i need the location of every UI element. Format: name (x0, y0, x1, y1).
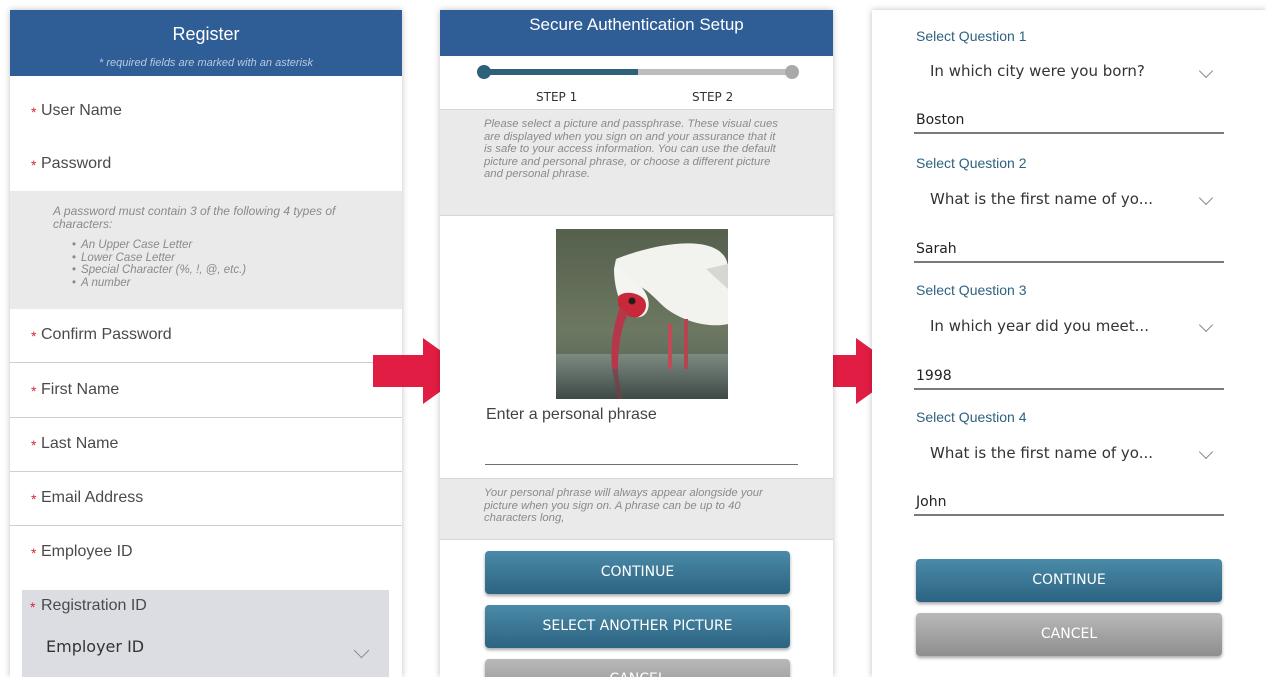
step2-label: STEP 2 (692, 90, 734, 104)
required-asterisk: * (31, 383, 37, 399)
cancel-button[interactable]: CANCEL (916, 613, 1222, 656)
password-rules: A password must contain 3 of the followi… (10, 191, 402, 311)
list-item: Special Character (%, !, @, etc.) (72, 264, 246, 277)
answer1-underline (914, 132, 1224, 134)
answer3-field[interactable]: 1998 (916, 368, 952, 384)
chevron-down-icon[interactable] (1198, 317, 1214, 333)
phrase-instructions: Your personal phrase will always appear … (440, 478, 833, 540)
registration-id-label: Registration ID (41, 597, 147, 614)
user-name-label: User Name (41, 102, 122, 119)
required-fields-note: * required fields are marked with an ast… (99, 57, 313, 69)
last-name-field[interactable]: * Last Name (10, 418, 402, 472)
phrase-instructions-text: Your personal phrase will always appear … (484, 487, 763, 525)
required-asterisk: * (31, 104, 37, 120)
question3-value: In which year did you meet... (930, 317, 1149, 335)
question2-value: What is the first name of yo... (930, 190, 1154, 208)
required-asterisk: * (30, 599, 36, 615)
phrase-input[interactable] (485, 464, 798, 465)
register-panel: Register * required fields are marked wi… (10, 10, 402, 677)
password-field[interactable]: * Password (10, 138, 402, 192)
answer4-field[interactable]: John (916, 494, 946, 510)
progress-bar (483, 69, 792, 75)
chevron-down-icon[interactable] (1198, 63, 1214, 79)
progress-fill (483, 69, 638, 75)
picture-instructions: Please select a picture and passphrase. … (440, 109, 833, 216)
continue-button[interactable]: CONTINUE (916, 559, 1222, 602)
confirm-password-field[interactable]: * Confirm Password (10, 309, 402, 363)
security-questions-panel: Select Question 1 In which city were you… (872, 10, 1266, 677)
cancel-button[interactable]: CANCEL (485, 659, 790, 677)
user-name-field[interactable]: * User Name (10, 85, 402, 139)
required-asterisk: * (31, 328, 37, 344)
required-asterisk: * (31, 157, 37, 173)
phrase-label: Enter a personal phrase (486, 406, 657, 423)
chevron-down-icon[interactable] (1198, 444, 1214, 460)
question4-value: What is the first name of yo... (930, 444, 1154, 462)
answer2-underline (914, 261, 1224, 263)
chevron-down-icon[interactable] (1198, 190, 1214, 206)
answer3-underline (914, 388, 1224, 390)
email-label: Email Address (41, 489, 144, 506)
list-item: Lower Case Letter (72, 252, 246, 265)
list-item: An Upper Case Letter (72, 239, 246, 252)
first-name-label: First Name (41, 381, 120, 398)
step2-dot (785, 65, 799, 79)
question3-label: Select Question 3 (916, 282, 1027, 298)
last-name-label: Last Name (41, 435, 119, 452)
email-field[interactable]: * Email Address (10, 472, 402, 526)
employee-id-field[interactable]: * Employee ID (10, 526, 402, 580)
picture-instructions-text: Please select a picture and passphrase. … (484, 118, 778, 181)
required-asterisk: * (31, 545, 37, 561)
registration-id-value: Employer ID (46, 637, 145, 656)
auth-setup-title: Secure Authentication Setup (529, 15, 744, 34)
question1-label: Select Question 1 (916, 28, 1027, 44)
employee-id-label: Employee ID (41, 543, 133, 560)
password-rules-intro: A password must contain 3 of the followi… (53, 204, 336, 231)
continue-button[interactable]: CONTINUE (485, 551, 790, 594)
step1-label: STEP 1 (536, 90, 578, 104)
step1-dot (477, 65, 491, 79)
answer2-field[interactable]: Sarah (916, 241, 957, 257)
first-name-field[interactable]: * First Name (10, 364, 402, 418)
chevron-down-icon[interactable] (353, 642, 370, 659)
ibis-image (556, 229, 728, 399)
required-asterisk: * (31, 437, 37, 453)
confirm-password-label: Confirm Password (41, 326, 172, 343)
required-asterisk: * (31, 491, 37, 507)
register-header: Register * required fields are marked wi… (10, 10, 402, 76)
register-title: Register (172, 24, 240, 44)
question1-value: In which city were you born? (930, 62, 1145, 80)
answer4-underline (914, 514, 1224, 516)
answer1-field[interactable]: Boston (916, 112, 964, 128)
select-another-picture-button[interactable]: SELECT ANOTHER PICTURE (485, 605, 790, 648)
question4-label: Select Question 4 (916, 409, 1027, 425)
password-label: Password (41, 155, 112, 172)
question2-label: Select Question 2 (916, 155, 1027, 171)
auth-setup-panel: Secure Authentication Setup STEP 1 STEP … (440, 10, 833, 677)
auth-setup-header: Secure Authentication Setup (440, 10, 833, 56)
list-item: A number (72, 277, 246, 290)
security-picture[interactable] (556, 229, 728, 399)
registration-id-field: * Registration ID Employer ID (22, 590, 389, 677)
password-rules-list: An Upper Case Letter Lower Case Letter S… (72, 239, 246, 289)
